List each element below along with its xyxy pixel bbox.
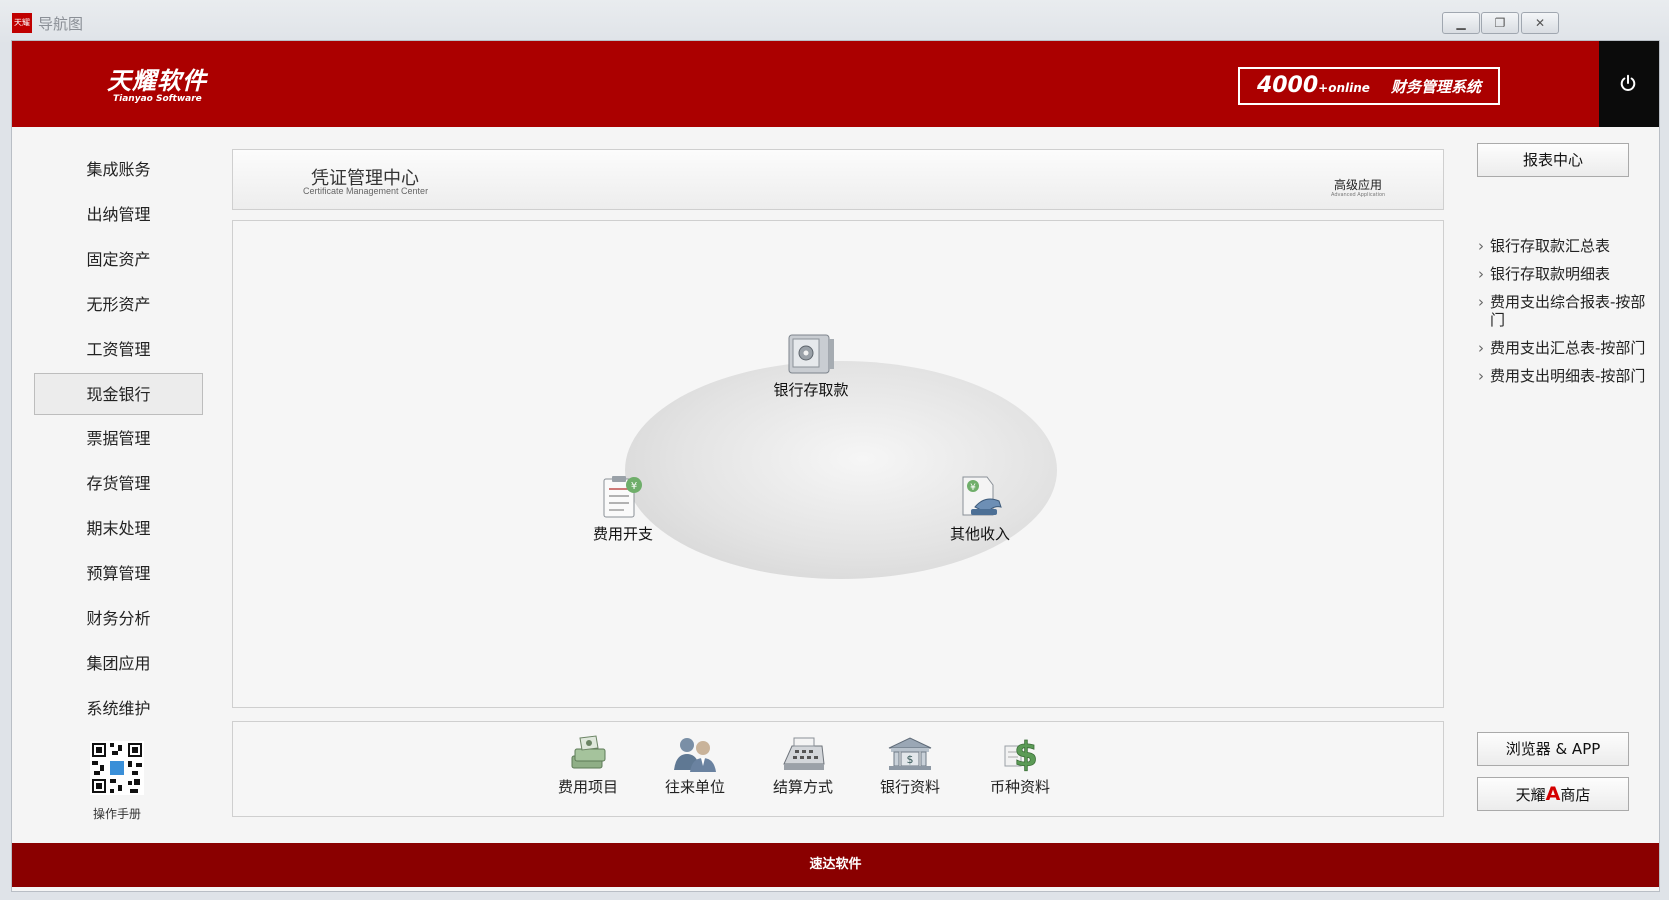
report-center-button[interactable]: 报表中心 <box>1477 143 1629 177</box>
sidebar-item-inventory[interactable]: 存货管理 <box>34 463 203 505</box>
app-icon: 天耀 <box>12 13 32 33</box>
module-header: 凭证管理中心 Certificate Management Center 高级应… <box>232 149 1444 210</box>
browser-app-button[interactable]: 浏览器 & APP <box>1477 732 1629 766</box>
store-prefix: 天耀 <box>1515 786 1546 804</box>
sidebar-item-bills[interactable]: 票据管理 <box>34 418 203 460</box>
people-icon <box>674 738 716 772</box>
sidebar-item-intangible-assets[interactable]: 无形资产 <box>34 284 203 326</box>
window-titlebar: 天耀 导航图 ▁ ❐ ✕ <box>0 0 1669 44</box>
qr-code-icon <box>90 741 144 795</box>
node-label: 银行存取款 <box>773 381 849 399</box>
sidebar-item-group-apps[interactable]: 集团应用 <box>34 643 203 685</box>
tool-label: 往来单位 <box>664 778 725 796</box>
node-other-income[interactable]: ¥ 其他收入 <box>930 473 1030 544</box>
calculator-icon <box>783 737 825 770</box>
logo-text-cn: 天耀软件 <box>107 67 207 95</box>
svg-text:$: $ <box>907 753 914 766</box>
report-link-bank-detail[interactable]: 银行存取款明细表 <box>1478 265 1653 283</box>
tool-label: 币种资料 <box>989 778 1050 796</box>
advanced-apps-link[interactable]: 高级应用 <box>1334 176 1382 193</box>
product-plus: + <box>1318 81 1329 95</box>
report-link-expense-comprehensive[interactable]: 费用支出综合报表-按部门 <box>1478 293 1653 329</box>
tool-label: 银行资料 <box>879 778 940 796</box>
sidebar-item-period-end[interactable]: 期末处理 <box>34 508 203 550</box>
dollar-icon: $ <box>1004 735 1038 774</box>
product-name: 财务管理系统 <box>1391 78 1482 96</box>
advanced-apps-sub: Advanced Application <box>1331 192 1386 198</box>
product-number: 4000 <box>1256 73 1319 98</box>
minimize-button[interactable]: ▁ <box>1442 12 1480 34</box>
footer-text: 速达软件 <box>809 857 862 872</box>
svg-text:¥: ¥ <box>631 481 637 492</box>
company-logo: 天耀软件 Tianyao Software <box>107 61 207 104</box>
svg-text:$: $ <box>1014 735 1038 774</box>
maximize-button[interactable]: ❐ <box>1481 12 1519 34</box>
app-frame: 天耀软件 Tianyao Software 4000+online 财务管理系统… <box>11 40 1660 892</box>
sidebar-item-financial-analysis[interactable]: 财务分析 <box>34 598 203 640</box>
tool-settlement-methods[interactable]: 结算方式 <box>761 734 845 797</box>
bank-icon: $ <box>888 737 932 770</box>
sidebar-item-integrated-accounts[interactable]: 集成账务 <box>34 149 203 191</box>
sidebar-item-system-maintenance[interactable]: 系统维护 <box>34 688 203 730</box>
node-bank-deposit-withdrawal[interactable]: 银行存取款 <box>761 329 861 400</box>
window-title: 导航图 <box>38 15 84 33</box>
tool-currency-info[interactable]: $ 币种资料 <box>978 734 1062 797</box>
base-data-toolbar: 费用项目 往来单位 结算方式 $ 银行资料 $ 币种资料 <box>232 721 1444 817</box>
flow-canvas: 银行存取款 ¥ 费用开支 ¥ 其他收入 <box>232 220 1444 708</box>
node-expenses[interactable]: ¥ 费用开支 <box>573 473 673 544</box>
report-list: 银行存取款汇总表 银行存取款明细表 费用支出综合报表-按部门 费用支出汇总表-按… <box>1478 237 1653 395</box>
module-subtitle: Certificate Management Center <box>303 186 429 196</box>
store-suffix: 商店 <box>1560 786 1591 804</box>
sidebar-nav: 集成账务 出纳管理 固定资产 无形资产 工资管理 现金银行 票据管理 存货管理 … <box>34 149 203 733</box>
safe-icon <box>788 334 834 374</box>
sidebar-item-budget[interactable]: 预算管理 <box>34 553 203 595</box>
tool-contacts[interactable]: 往来单位 <box>653 734 737 797</box>
power-icon[interactable] <box>1619 74 1637 92</box>
power-area <box>1599 41 1659 127</box>
income-phone-icon: ¥ <box>962 476 1002 516</box>
logo-text-en: Tianyao Software <box>113 94 202 104</box>
tool-label: 费用项目 <box>557 778 618 796</box>
sidebar-item-cashier[interactable]: 出纳管理 <box>34 194 203 236</box>
manual-label: 操作手册 <box>92 807 141 821</box>
app-store-button[interactable]: 天耀A商店 <box>1477 777 1629 811</box>
report-link-expense-summary[interactable]: 费用支出汇总表-按部门 <box>1478 339 1653 357</box>
manual-qr[interactable]: 操作手册 <box>87 741 147 822</box>
close-button[interactable]: ✕ <box>1521 12 1559 34</box>
sidebar-item-payroll[interactable]: 工资管理 <box>34 329 203 371</box>
top-header: 天耀软件 Tianyao Software 4000+online 财务管理系统 <box>12 41 1599 127</box>
sidebar-item-cash-bank[interactable]: 现金银行 <box>34 373 203 416</box>
report-link-bank-summary[interactable]: 银行存取款汇总表 <box>1478 237 1653 255</box>
tool-label: 结算方式 <box>772 778 833 796</box>
product-badge: 4000+online 财务管理系统 <box>1238 67 1500 105</box>
svg-text:¥: ¥ <box>970 483 976 493</box>
product-suffix: online <box>1328 81 1370 95</box>
tool-bank-info[interactable]: $ 银行资料 <box>868 734 952 797</box>
node-label: 其他收入 <box>949 525 1010 543</box>
sidebar-item-fixed-assets[interactable]: 固定资产 <box>34 239 203 281</box>
footer-bar: 速达软件 <box>12 843 1659 887</box>
store-a-logo: A <box>1545 783 1561 805</box>
node-label: 费用开支 <box>592 525 653 543</box>
tool-expense-items[interactable]: 费用项目 <box>546 734 630 797</box>
clipboard-yen-icon: ¥ <box>603 476 642 518</box>
money-stack-icon <box>571 735 606 769</box>
report-link-expense-detail[interactable]: 费用支出明细表-按部门 <box>1478 367 1653 385</box>
